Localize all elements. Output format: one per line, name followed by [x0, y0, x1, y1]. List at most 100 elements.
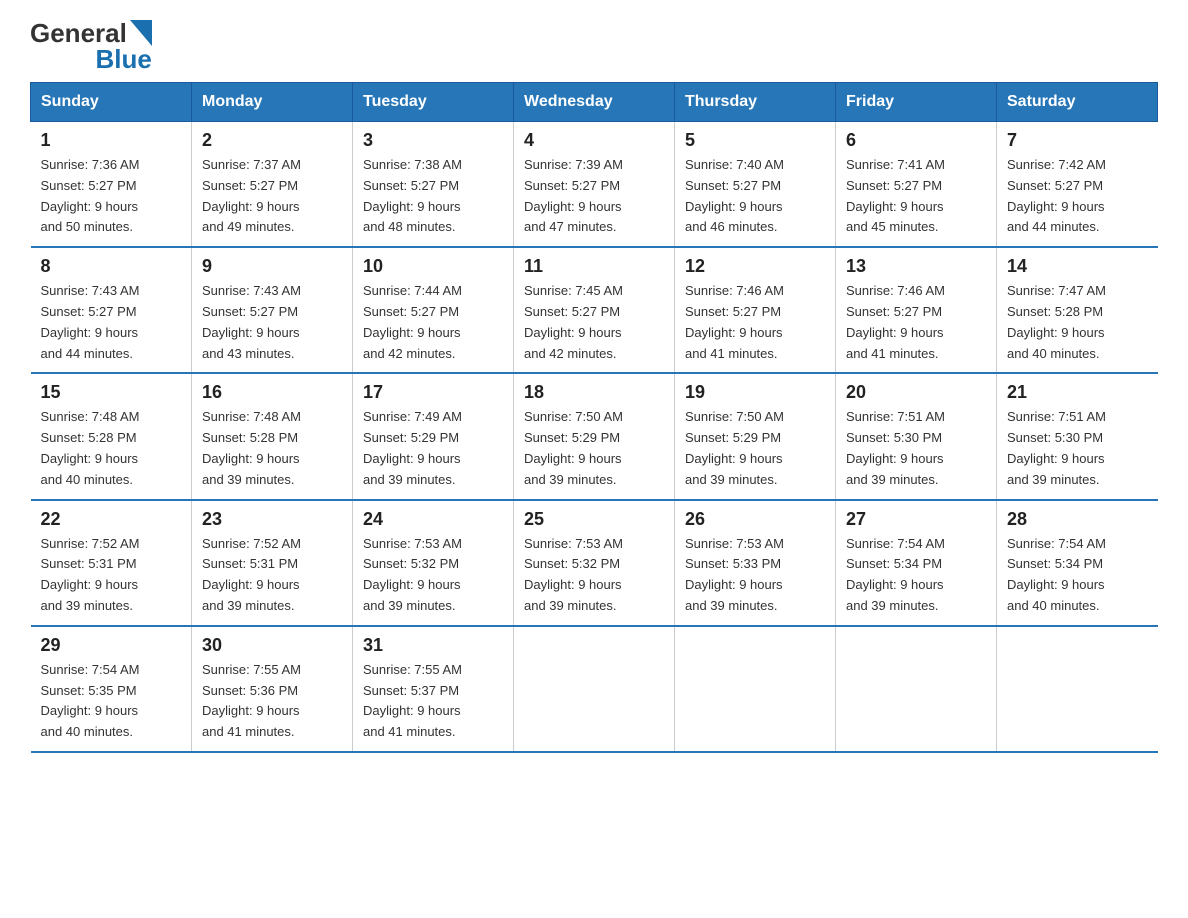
day-number: 24 [363, 509, 503, 530]
calendar-week-row: 8 Sunrise: 7:43 AMSunset: 5:27 PMDayligh… [31, 247, 1158, 373]
weekday-header-tuesday: Tuesday [353, 83, 514, 122]
day-number: 16 [202, 382, 342, 403]
day-number: 6 [846, 130, 986, 151]
day-number: 27 [846, 509, 986, 530]
day-number: 8 [41, 256, 182, 277]
day-detail: Sunrise: 7:55 AMSunset: 5:36 PMDaylight:… [202, 660, 342, 743]
calendar-cell: 29 Sunrise: 7:54 AMSunset: 5:35 PMDaylig… [31, 626, 192, 752]
weekday-header-sunday: Sunday [31, 83, 192, 122]
calendar-cell: 12 Sunrise: 7:46 AMSunset: 5:27 PMDaylig… [675, 247, 836, 373]
calendar-cell: 27 Sunrise: 7:54 AMSunset: 5:34 PMDaylig… [836, 500, 997, 626]
day-detail: Sunrise: 7:53 AMSunset: 5:32 PMDaylight:… [363, 534, 503, 617]
calendar-cell: 4 Sunrise: 7:39 AMSunset: 5:27 PMDayligh… [514, 122, 675, 248]
calendar-week-row: 29 Sunrise: 7:54 AMSunset: 5:35 PMDaylig… [31, 626, 1158, 752]
day-number: 4 [524, 130, 664, 151]
day-number: 15 [41, 382, 182, 403]
day-detail: Sunrise: 7:46 AMSunset: 5:27 PMDaylight:… [685, 281, 825, 364]
day-detail: Sunrise: 7:44 AMSunset: 5:27 PMDaylight:… [363, 281, 503, 364]
day-number: 28 [1007, 509, 1148, 530]
calendar-cell [836, 626, 997, 752]
day-number: 26 [685, 509, 825, 530]
weekday-header-monday: Monday [192, 83, 353, 122]
weekday-header-thursday: Thursday [675, 83, 836, 122]
day-number: 22 [41, 509, 182, 530]
day-detail: Sunrise: 7:41 AMSunset: 5:27 PMDaylight:… [846, 155, 986, 238]
day-detail: Sunrise: 7:48 AMSunset: 5:28 PMDaylight:… [41, 407, 182, 490]
day-detail: Sunrise: 7:50 AMSunset: 5:29 PMDaylight:… [524, 407, 664, 490]
calendar-cell: 2 Sunrise: 7:37 AMSunset: 5:27 PMDayligh… [192, 122, 353, 248]
calendar-cell: 3 Sunrise: 7:38 AMSunset: 5:27 PMDayligh… [353, 122, 514, 248]
calendar-cell: 1 Sunrise: 7:36 AMSunset: 5:27 PMDayligh… [31, 122, 192, 248]
calendar-week-row: 22 Sunrise: 7:52 AMSunset: 5:31 PMDaylig… [31, 500, 1158, 626]
day-detail: Sunrise: 7:43 AMSunset: 5:27 PMDaylight:… [41, 281, 182, 364]
day-detail: Sunrise: 7:54 AMSunset: 5:34 PMDaylight:… [846, 534, 986, 617]
day-number: 18 [524, 382, 664, 403]
logo-triangle-icon [130, 20, 152, 46]
day-detail: Sunrise: 7:39 AMSunset: 5:27 PMDaylight:… [524, 155, 664, 238]
day-detail: Sunrise: 7:37 AMSunset: 5:27 PMDaylight:… [202, 155, 342, 238]
calendar-cell: 17 Sunrise: 7:49 AMSunset: 5:29 PMDaylig… [353, 373, 514, 499]
day-number: 25 [524, 509, 664, 530]
calendar-cell: 7 Sunrise: 7:42 AMSunset: 5:27 PMDayligh… [997, 122, 1158, 248]
calendar-cell: 6 Sunrise: 7:41 AMSunset: 5:27 PMDayligh… [836, 122, 997, 248]
calendar-cell: 13 Sunrise: 7:46 AMSunset: 5:27 PMDaylig… [836, 247, 997, 373]
logo-general-text: General [30, 20, 127, 46]
day-number: 3 [363, 130, 503, 151]
day-number: 9 [202, 256, 342, 277]
weekday-header-friday: Friday [836, 83, 997, 122]
weekday-header-row: SundayMondayTuesdayWednesdayThursdayFrid… [31, 83, 1158, 122]
calendar-cell: 25 Sunrise: 7:53 AMSunset: 5:32 PMDaylig… [514, 500, 675, 626]
day-number: 23 [202, 509, 342, 530]
day-number: 13 [846, 256, 986, 277]
day-number: 20 [846, 382, 986, 403]
calendar-cell: 5 Sunrise: 7:40 AMSunset: 5:27 PMDayligh… [675, 122, 836, 248]
day-detail: Sunrise: 7:38 AMSunset: 5:27 PMDaylight:… [363, 155, 503, 238]
day-number: 17 [363, 382, 503, 403]
weekday-header-saturday: Saturday [997, 83, 1158, 122]
calendar-cell: 23 Sunrise: 7:52 AMSunset: 5:31 PMDaylig… [192, 500, 353, 626]
calendar-cell: 14 Sunrise: 7:47 AMSunset: 5:28 PMDaylig… [997, 247, 1158, 373]
calendar-cell [514, 626, 675, 752]
day-detail: Sunrise: 7:40 AMSunset: 5:27 PMDaylight:… [685, 155, 825, 238]
day-detail: Sunrise: 7:48 AMSunset: 5:28 PMDaylight:… [202, 407, 342, 490]
day-number: 1 [41, 130, 182, 151]
day-detail: Sunrise: 7:52 AMSunset: 5:31 PMDaylight:… [202, 534, 342, 617]
day-detail: Sunrise: 7:53 AMSunset: 5:33 PMDaylight:… [685, 534, 825, 617]
day-number: 21 [1007, 382, 1148, 403]
day-detail: Sunrise: 7:55 AMSunset: 5:37 PMDaylight:… [363, 660, 503, 743]
day-number: 10 [363, 256, 503, 277]
day-detail: Sunrise: 7:51 AMSunset: 5:30 PMDaylight:… [1007, 407, 1148, 490]
weekday-header-wednesday: Wednesday [514, 83, 675, 122]
day-number: 31 [363, 635, 503, 656]
day-detail: Sunrise: 7:54 AMSunset: 5:35 PMDaylight:… [41, 660, 182, 743]
calendar-cell [997, 626, 1158, 752]
calendar-week-row: 15 Sunrise: 7:48 AMSunset: 5:28 PMDaylig… [31, 373, 1158, 499]
page-header: General Blue [30, 20, 1158, 72]
logo-blue-text: Blue [95, 44, 151, 74]
calendar-cell: 20 Sunrise: 7:51 AMSunset: 5:30 PMDaylig… [836, 373, 997, 499]
logo: General Blue [30, 20, 152, 72]
day-number: 19 [685, 382, 825, 403]
day-number: 11 [524, 256, 664, 277]
day-number: 2 [202, 130, 342, 151]
day-number: 29 [41, 635, 182, 656]
calendar-cell: 8 Sunrise: 7:43 AMSunset: 5:27 PMDayligh… [31, 247, 192, 373]
day-detail: Sunrise: 7:52 AMSunset: 5:31 PMDaylight:… [41, 534, 182, 617]
calendar-cell: 24 Sunrise: 7:53 AMSunset: 5:32 PMDaylig… [353, 500, 514, 626]
calendar-cell: 19 Sunrise: 7:50 AMSunset: 5:29 PMDaylig… [675, 373, 836, 499]
day-detail: Sunrise: 7:50 AMSunset: 5:29 PMDaylight:… [685, 407, 825, 490]
calendar-cell: 21 Sunrise: 7:51 AMSunset: 5:30 PMDaylig… [997, 373, 1158, 499]
calendar-table: SundayMondayTuesdayWednesdayThursdayFrid… [30, 82, 1158, 753]
day-detail: Sunrise: 7:46 AMSunset: 5:27 PMDaylight:… [846, 281, 986, 364]
calendar-cell: 15 Sunrise: 7:48 AMSunset: 5:28 PMDaylig… [31, 373, 192, 499]
day-detail: Sunrise: 7:49 AMSunset: 5:29 PMDaylight:… [363, 407, 503, 490]
calendar-cell: 22 Sunrise: 7:52 AMSunset: 5:31 PMDaylig… [31, 500, 192, 626]
day-number: 14 [1007, 256, 1148, 277]
day-number: 12 [685, 256, 825, 277]
day-detail: Sunrise: 7:43 AMSunset: 5:27 PMDaylight:… [202, 281, 342, 364]
day-detail: Sunrise: 7:45 AMSunset: 5:27 PMDaylight:… [524, 281, 664, 364]
day-detail: Sunrise: 7:42 AMSunset: 5:27 PMDaylight:… [1007, 155, 1148, 238]
calendar-cell: 10 Sunrise: 7:44 AMSunset: 5:27 PMDaylig… [353, 247, 514, 373]
day-number: 30 [202, 635, 342, 656]
calendar-cell: 26 Sunrise: 7:53 AMSunset: 5:33 PMDaylig… [675, 500, 836, 626]
